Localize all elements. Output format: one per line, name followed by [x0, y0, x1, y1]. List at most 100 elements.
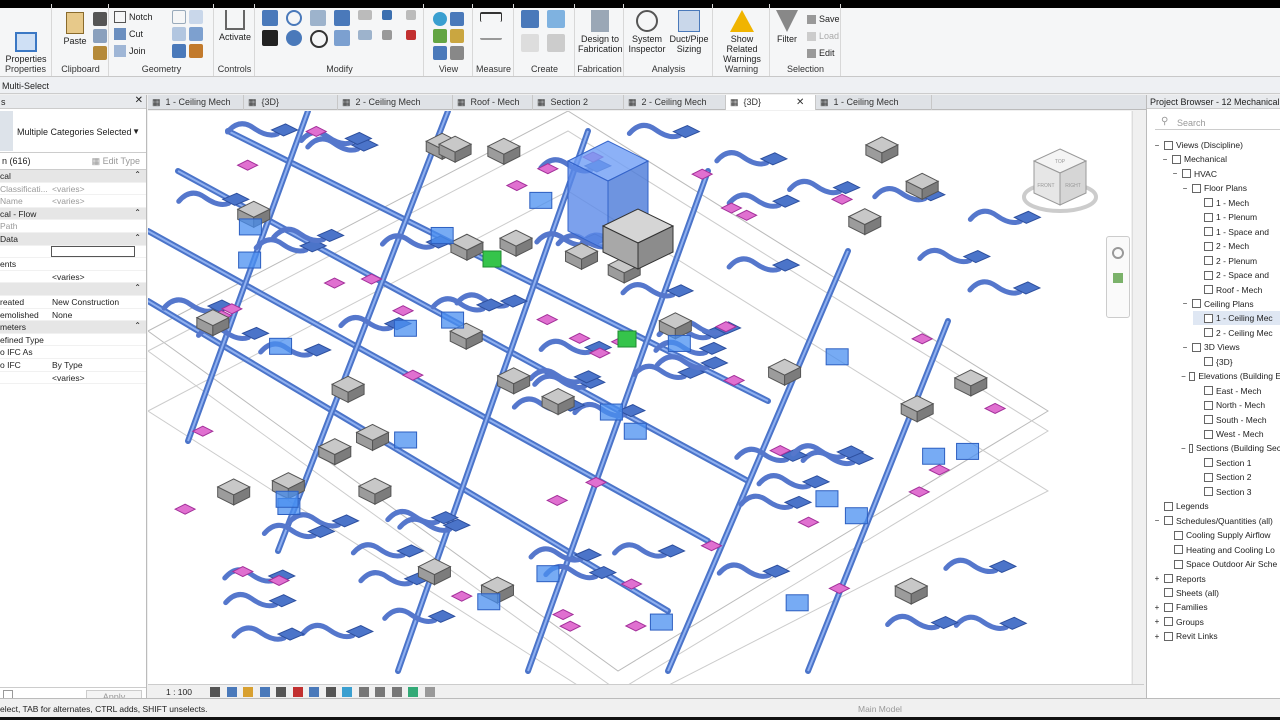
save-selection-button[interactable]: Save — [807, 12, 840, 26]
type-selector[interactable]: Multiple Categories Selected ▼ — [0, 109, 146, 153]
delete-icon[interactable] — [406, 30, 416, 40]
expand-toggle-icon[interactable]: − — [1181, 444, 1186, 453]
move-icon[interactable] — [262, 30, 278, 46]
browser-search[interactable]: ⚲ Search — [1155, 114, 1280, 130]
match-icon[interactable] — [93, 46, 107, 60]
view-control-icon[interactable] — [292, 687, 303, 697]
tab-view[interactable]: ▦ 2 - Ceiling Mech — [624, 95, 726, 110]
geometry-tool-icon[interactable] — [189, 27, 203, 41]
geometry-tool-icon[interactable] — [189, 10, 203, 24]
browser-node[interactable]: Cooling Supply Airflow — [1163, 528, 1280, 542]
duct-model-scene[interactable] — [148, 111, 1131, 684]
view-control-icon[interactable] — [309, 687, 319, 697]
browser-node[interactable]: Space Outdoor Air Sche — [1163, 557, 1280, 571]
browser-node[interactable]: Legends — [1153, 499, 1280, 513]
browser-node[interactable]: 1 - Space and — [1193, 225, 1280, 239]
browser-node[interactable]: Section 1 — [1193, 456, 1280, 470]
browser-node[interactable]: Roof - Mech — [1193, 283, 1280, 297]
viewcube-right-label[interactable]: RIGHT — [1065, 183, 1081, 189]
rotate-icon[interactable] — [310, 30, 328, 48]
mirror-draw-icon[interactable] — [334, 10, 350, 26]
create-similar-icon[interactable] — [547, 34, 565, 52]
collapse-icon[interactable]: ⌃ — [134, 283, 141, 292]
browser-node[interactable]: − Elevations (Building E — [1181, 369, 1280, 383]
view-control-icon[interactable] — [243, 687, 253, 697]
view-control-icon[interactable] — [226, 687, 237, 697]
expand-toggle-icon[interactable]: − — [1171, 169, 1179, 178]
expand-toggle-icon[interactable]: − — [1181, 184, 1189, 193]
measure-icon[interactable] — [480, 12, 502, 22]
properties-button[interactable]: Properties — [4, 32, 48, 64]
view-control-icon[interactable] — [276, 687, 286, 697]
view-control-icon[interactable] — [408, 687, 418, 697]
property-group[interactable]: ⌃ — [0, 283, 146, 296]
activate-button[interactable]: Activate — [213, 10, 257, 42]
view-control-icon[interactable] — [391, 687, 402, 697]
create-group-icon[interactable] — [521, 34, 539, 52]
browser-node[interactable]: + Groups — [1153, 615, 1280, 629]
vertical-scrollbar[interactable] — [1132, 111, 1144, 684]
browser-node[interactable]: + Revit Links — [1153, 629, 1280, 643]
instance-filter[interactable]: n (616) ▦ Edit Type — [0, 153, 146, 170]
browser-node[interactable]: − Floor Plans — [1181, 181, 1280, 195]
geometry-tool-icon[interactable] — [172, 10, 186, 24]
expand-toggle-icon[interactable]: − — [1181, 372, 1186, 381]
create-parts-icon[interactable] — [547, 10, 565, 28]
view-control-icon[interactable] — [424, 687, 435, 697]
linework-icon[interactable] — [450, 29, 464, 43]
property-value[interactable]: <varies> — [52, 184, 85, 194]
property-value[interactable]: New Construction — [52, 297, 119, 307]
browser-node[interactable]: − Ceiling Plans — [1181, 297, 1280, 311]
duct-pipe-sizing-button[interactable]: Duct/Pipe Sizing — [667, 10, 711, 54]
scale-icon[interactable] — [406, 10, 416, 20]
close-icon[interactable]: ✕ — [135, 95, 143, 106]
browser-node[interactable]: North - Mech — [1193, 398, 1280, 412]
geometry-tool-icon[interactable] — [189, 44, 203, 58]
browser-node[interactable]: − Views (Discipline) — [1153, 138, 1280, 152]
geometry-tool-icon[interactable] — [172, 27, 186, 41]
browser-node[interactable]: 2 - Ceiling Mec — [1193, 326, 1280, 340]
zoom-icon[interactable] — [1113, 273, 1123, 283]
close-tab-icon[interactable]: ✕ — [796, 95, 804, 110]
collapse-icon[interactable]: ⌃ — [134, 208, 141, 217]
system-inspector-button[interactable]: System Inspector — [625, 10, 669, 54]
browser-node[interactable]: 2 - Mech — [1193, 239, 1280, 253]
geometry-tool-icon[interactable] — [172, 44, 186, 58]
tab-view[interactable]: ▦ {3D} — [244, 95, 338, 110]
browser-node[interactable]: Sheets (all) — [1153, 586, 1280, 600]
expand-toggle-icon[interactable]: + — [1153, 617, 1161, 626]
mirror-axis-icon[interactable] — [310, 10, 326, 26]
navigation-bar[interactable] — [1106, 236, 1130, 318]
browser-node[interactable]: West - Mech — [1193, 427, 1280, 441]
browser-node[interactable]: Section 3 — [1193, 485, 1280, 499]
browser-node[interactable]: Heating and Cooling Lo — [1163, 543, 1280, 557]
viewcube-top-label[interactable]: TOP — [1055, 159, 1066, 165]
browser-node[interactable]: − Mechanical — [1161, 152, 1280, 166]
browser-node[interactable]: − Schedules/Quantities (all) — [1153, 514, 1280, 528]
tab-view[interactable]: ▦ 1 - Ceiling Mech — [148, 95, 244, 110]
split-icon[interactable] — [358, 10, 372, 20]
tab-view[interactable]: ▦ 1 - Ceiling Mech — [816, 95, 932, 110]
align-icon[interactable] — [262, 10, 278, 26]
expand-toggle-icon[interactable]: − — [1153, 516, 1161, 525]
expand-toggle-icon[interactable]: + — [1153, 574, 1161, 583]
property-group[interactable]: cal ⌃ — [0, 170, 146, 183]
property-value[interactable]: <varies> — [52, 272, 85, 282]
browser-node[interactable]: 1 - Ceiling Mec — [1193, 311, 1280, 326]
design-to-fabrication-button[interactable]: Design to Fabrication — [578, 10, 623, 54]
viewcube[interactable]: TOP FRONT RIGHT — [1020, 145, 1100, 225]
unpin-icon[interactable] — [382, 30, 392, 40]
property-value[interactable]: By Type — [52, 360, 83, 370]
browser-node[interactable]: 2 - Space and — [1193, 268, 1280, 282]
tab-view[interactable]: ▦ {3D} ✕ — [726, 95, 816, 110]
property-group[interactable]: cal - Flow ⌃ — [0, 207, 146, 221]
load-selection-button[interactable]: Load — [807, 29, 839, 43]
view-control-icon[interactable] — [325, 687, 336, 697]
copy-icon[interactable] — [93, 29, 107, 43]
property-value[interactable]: None — [52, 310, 72, 320]
viewcube-front-label[interactable]: FRONT — [1037, 183, 1054, 189]
collapse-icon[interactable]: ⌃ — [134, 321, 141, 330]
bulb-icon[interactable] — [433, 12, 447, 26]
offset-icon[interactable] — [286, 10, 302, 26]
hide-icon[interactable] — [433, 29, 447, 43]
